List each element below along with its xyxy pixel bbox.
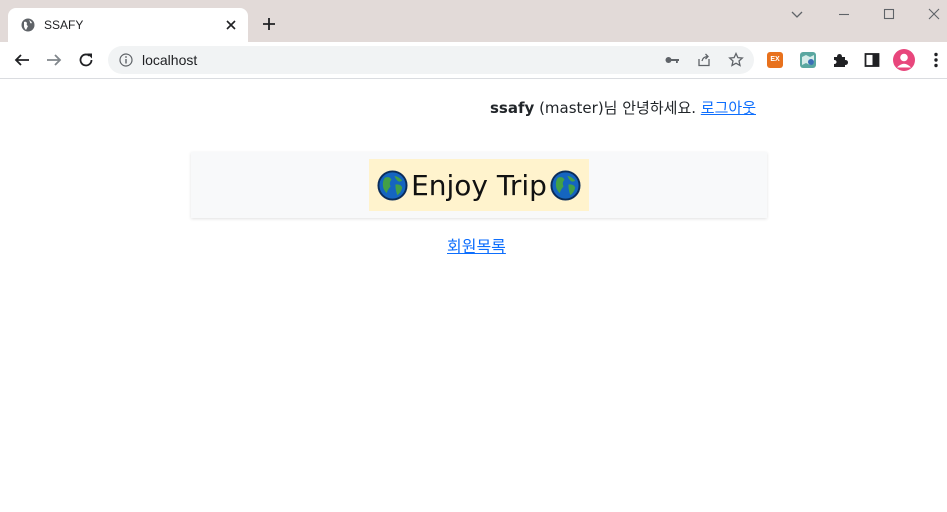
tab-strip: SSAFY	[0, 0, 947, 42]
extension-ex-icon[interactable]: EX	[767, 52, 783, 68]
bookmark-star-icon[interactable]	[728, 52, 744, 68]
maximize-icon[interactable]	[881, 6, 897, 22]
user-id: ssafy	[490, 99, 535, 117]
globe-icon	[377, 169, 408, 201]
logout-link[interactable]: 로그아웃	[701, 99, 756, 117]
url-text[interactable]: localhost	[142, 53, 197, 68]
member-list-link[interactable]: 회원목록	[447, 237, 506, 257]
tab-search-chevron-icon[interactable]	[789, 6, 805, 22]
share-icon[interactable]	[696, 52, 712, 68]
hero-banner: Enjoy Trip	[191, 152, 767, 218]
page-content: ssafy (master)님 안녕하세요. 로그아웃 Enjoy Trip 회…	[0, 80, 947, 512]
browser-tab[interactable]: SSAFY	[8, 8, 248, 42]
globe-favicon-icon	[21, 18, 35, 32]
forward-arrow-icon[interactable]	[45, 51, 63, 69]
address-bar[interactable]: localhost	[108, 46, 754, 74]
greeting-text: (master)님 안녕하세요.	[539, 99, 697, 117]
close-window-icon[interactable]	[926, 6, 942, 22]
page-title-box: Enjoy Trip	[369, 159, 589, 211]
profile-avatar[interactable]	[893, 49, 915, 71]
extensions-puzzle-icon[interactable]	[832, 52, 848, 68]
close-tab-icon[interactable]	[224, 18, 238, 32]
extension-map-icon[interactable]	[800, 52, 816, 68]
key-icon[interactable]	[664, 52, 680, 68]
user-greeting: ssafy (master)님 안녕하세요. 로그아웃	[490, 99, 756, 117]
globe-icon	[550, 169, 581, 201]
browser-toolbar: localhost EX	[0, 42, 947, 79]
reload-icon[interactable]	[77, 51, 95, 69]
kebab-menu-icon[interactable]	[928, 51, 944, 69]
back-arrow-icon[interactable]	[13, 51, 31, 69]
profile-person-icon	[897, 53, 911, 68]
minimize-icon[interactable]	[836, 6, 852, 22]
new-tab-icon[interactable]	[260, 15, 278, 33]
tab-title: SSAFY	[44, 18, 84, 32]
side-panel-icon[interactable]	[864, 52, 880, 68]
site-info-icon[interactable]	[119, 53, 133, 67]
page-title: Enjoy Trip	[411, 168, 547, 202]
